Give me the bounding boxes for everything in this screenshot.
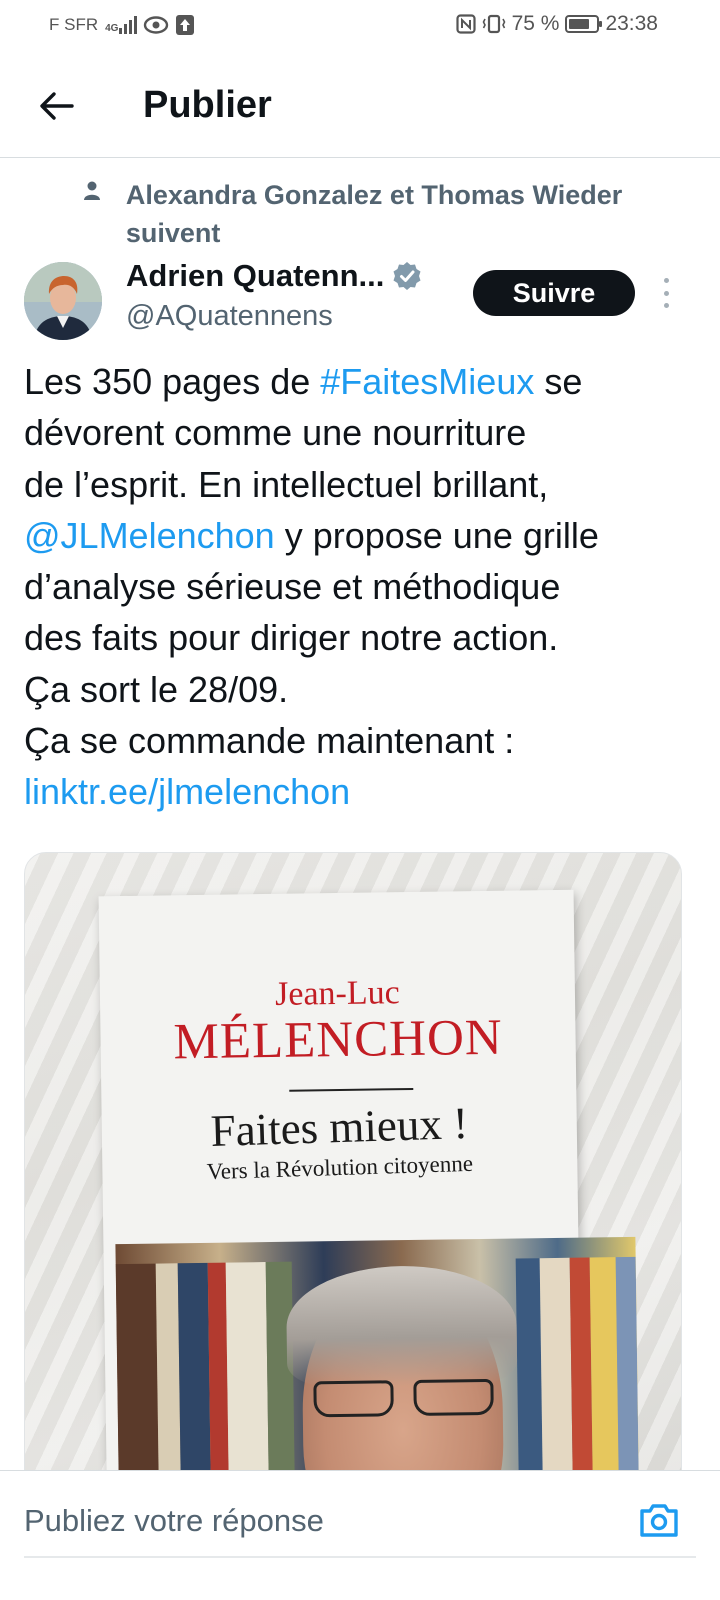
vibrate-icon [482, 14, 506, 34]
tweet-line: de l’esprit. En intellectuel brillant, [24, 463, 549, 505]
clock: 23:38 [605, 12, 658, 35]
verified-badge-icon [392, 261, 422, 291]
external-link[interactable]: linktr.ee/jlmelenchon [24, 771, 350, 812]
tweet-line: dévorent comme une nourriture [24, 412, 527, 454]
person-icon [82, 180, 104, 252]
tweet-text-segment: se [534, 361, 583, 402]
battery-icon [565, 15, 603, 33]
tweet-text: Les 350 pages de #FaitesMieux se dévoren… [24, 356, 696, 818]
portrait-hair [285, 1264, 518, 1388]
camera-icon[interactable] [638, 1501, 680, 1539]
tweet-text-segment: y propose une grille [274, 514, 599, 556]
carrier-label: F SFR [49, 15, 99, 34]
battery-percent: 75 % [511, 12, 560, 35]
tweet-line: Les 350 pages de #FaitesMieux se [24, 356, 696, 407]
tweet-media-photo[interactable]: Jean-Luc MÉLENCHON Faites mieux ! Vers l… [24, 852, 682, 1492]
tweet-line: d’analyse sérieuse et méthodique [24, 566, 561, 608]
signal-icon: 4G [104, 16, 138, 34]
tweet-line: Ça se commande maintenant : [24, 720, 515, 762]
page-title: Publier [143, 84, 272, 126]
mention-link[interactable]: @JLMelenchon [24, 515, 275, 556]
author-avatar[interactable] [24, 262, 102, 340]
reply-bar: Publiez votre réponse [0, 1470, 720, 1570]
hashtag-link[interactable]: #FaitesMieux [320, 361, 534, 402]
nfc-icon [455, 14, 476, 34]
tweet-line: des faits pour diriger notre action. [24, 617, 559, 659]
tweet-line: linktr.ee/jlmelenchon [24, 766, 696, 817]
avatar-photo [24, 262, 102, 340]
eye-icon [143, 15, 169, 35]
tweet-line: Ça sort le 28/09. [24, 668, 289, 710]
author-name-row[interactable]: Adrien Quatenn... [126, 258, 422, 294]
book-cover-portrait [115, 1236, 640, 1491]
tweet-line: @JLMelenchon y propose une grille [24, 510, 696, 561]
tweet-text-segment: Les 350 pages de [24, 361, 321, 402]
more-options-icon[interactable] [655, 272, 677, 314]
app-header: Publier [0, 58, 720, 158]
follow-button[interactable]: Suivre [473, 270, 635, 316]
author-name[interactable]: Adrien Quatenn... [126, 258, 384, 294]
reply-input[interactable]: Publiez votre réponse [24, 1503, 324, 1539]
arrow-left-icon [40, 92, 74, 120]
book-divider [289, 1087, 414, 1092]
author-handle[interactable]: @AQuatennens [126, 300, 333, 333]
upload-icon [175, 14, 195, 36]
network-type: 4G [105, 23, 119, 34]
bottom-divider [24, 1556, 696, 1558]
book-author-last: MÉLENCHON [173, 1009, 504, 1071]
status-bar: F SFR 4G 75 % 23:38 [0, 0, 720, 50]
back-button[interactable] [30, 80, 82, 132]
status-left: F SFR 4G [49, 14, 195, 36]
book-cover: Jean-Luc MÉLENCHON Faites mieux ! Vers l… [98, 889, 640, 1491]
social-context-text: Alexandra Gonzalez et Thomas Wieder suiv… [125, 180, 623, 248]
portrait-glasses [309, 1378, 500, 1422]
social-context[interactable]: Alexandra Gonzalez et Thomas Wieder suiv… [82, 176, 682, 252]
status-right: 75 % 23:38 [455, 12, 658, 36]
